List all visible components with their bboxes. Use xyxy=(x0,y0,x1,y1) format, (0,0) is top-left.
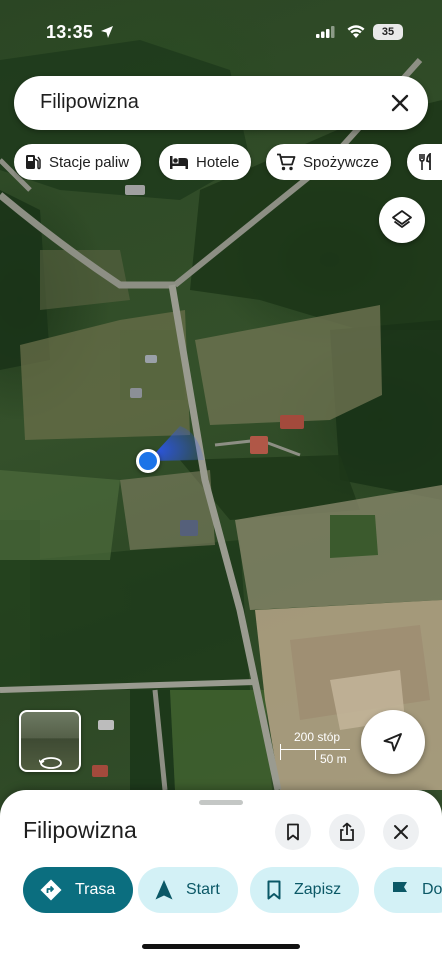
action-buttons-row: Trasa Start Zapisz Do xyxy=(0,867,442,913)
building xyxy=(92,765,108,777)
action-label: Do xyxy=(422,881,442,898)
action-label: Trasa xyxy=(75,881,116,898)
chip-groceries[interactable]: Spożywcze xyxy=(266,144,391,180)
place-bottom-sheet[interactable]: Filipowizna Trasa Start Zapisz Do xyxy=(0,790,442,960)
action-label: Zapisz xyxy=(294,881,342,898)
status-bar: 13:35 35 xyxy=(0,0,442,62)
wifi-icon xyxy=(347,25,365,38)
chip-label: Hotele xyxy=(196,153,240,171)
layers-icon xyxy=(392,210,412,228)
gas-station-icon xyxy=(26,155,41,170)
map-scale: 200 stóp 50 m xyxy=(280,730,360,770)
current-location-dot xyxy=(136,449,160,473)
shopping-cart-icon xyxy=(277,153,296,171)
navigation-arrow-icon xyxy=(383,733,402,752)
building xyxy=(145,355,157,363)
save-button[interactable]: Zapisz xyxy=(250,867,360,913)
building xyxy=(280,415,304,429)
chip-gas-stations[interactable]: Stacje paliw xyxy=(14,144,142,180)
flag-icon xyxy=(393,882,407,899)
directions-button[interactable]: Trasa xyxy=(23,867,134,913)
close-sheet-button[interactable] xyxy=(383,814,419,850)
category-chips: Stacje paliw Hotele Spożywcze xyxy=(14,144,442,180)
scale-label-feet: 200 stóp xyxy=(294,730,341,744)
map-layers-button[interactable] xyxy=(379,197,425,243)
location-arrow-icon xyxy=(101,26,113,38)
home-indicator[interactable] xyxy=(142,944,300,949)
search-query[interactable]: Filipowizna xyxy=(40,91,139,114)
search-bar[interactable]: Filipowizna xyxy=(14,76,428,130)
building xyxy=(130,388,142,398)
building xyxy=(125,185,145,195)
building xyxy=(180,520,198,536)
battery-indicator: 35 xyxy=(373,24,403,40)
scale-label-meters: 50 m xyxy=(320,752,347,766)
save-place-button[interactable] xyxy=(275,814,311,850)
close-icon xyxy=(394,825,408,839)
close-icon[interactable] xyxy=(388,91,412,115)
chip-restaurants[interactable] xyxy=(407,144,442,180)
bookmark-icon xyxy=(267,880,281,900)
restaurant-icon xyxy=(419,153,431,170)
chip-hotels[interactable]: Hotele xyxy=(159,144,252,180)
building xyxy=(250,436,268,454)
share-button[interactable] xyxy=(329,814,365,850)
start-navigation-button[interactable]: Start xyxy=(138,867,238,913)
scale-bar xyxy=(280,750,316,760)
my-location-button[interactable] xyxy=(361,710,425,774)
action-label: Start xyxy=(186,881,220,898)
cellular-signal-icon xyxy=(316,26,335,38)
share-icon xyxy=(340,822,354,841)
chip-label: Stacje paliw xyxy=(49,153,130,171)
building xyxy=(98,720,114,730)
place-title: Filipowizna xyxy=(23,817,137,843)
chip-label: Spożywcze xyxy=(303,153,379,171)
directions-icon xyxy=(40,879,62,901)
status-time: 13:35 xyxy=(46,22,94,42)
bed-icon xyxy=(170,156,188,169)
add-destination-button[interactable]: Do xyxy=(374,867,442,913)
street-view-thumbnail[interactable] xyxy=(19,710,81,772)
street-view-rotate-icon xyxy=(39,757,62,769)
drag-handle[interactable] xyxy=(199,800,243,805)
navigation-arrow-icon xyxy=(155,880,173,900)
bookmark-icon xyxy=(287,823,299,841)
